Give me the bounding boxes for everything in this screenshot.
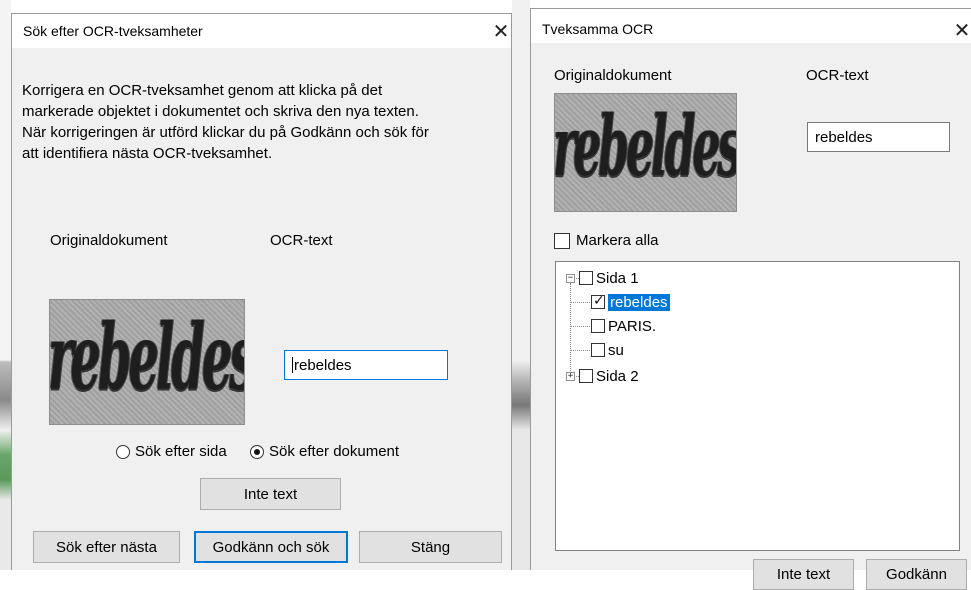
select-all-checkbox[interactable]: Markera alla [554,232,659,249]
checkbox[interactable] [579,271,593,285]
checkmark-icon: ✓ [593,293,605,309]
radio-button[interactable] [116,444,130,459]
radio-search-page-label: Sök efter sida [135,443,227,460]
ocr-text-label: OCR-text [270,232,333,249]
original-document-label: Originaldokument [554,67,672,84]
uncertain-ocr-dialog: Tveksamma OCR ✕ Originaldokument OCR-tex… [530,8,971,590]
instructions-line: att identifiera nästa OCR-tveksamhet. [22,145,273,162]
original-document-image: rebeldes [49,299,245,425]
ocr-text-value: rebeldes [294,356,352,374]
select-all-label: Markera alla [576,232,659,249]
original-document-image: rebeldes [554,93,737,212]
image-word: rebeldes [49,304,245,412]
ocr-text-value: rebeldes [815,128,873,146]
tree-node-page-1[interactable]: − Sida 1 [566,268,639,288]
tree-node-label: Sida 1 [596,269,639,287]
approve-button[interactable]: Godkänn [866,559,967,590]
tree-node-page-2[interactable]: + Sida 2 [566,366,639,386]
checkbox[interactable]: ✓ [591,293,605,309]
title-bar: Sök efter OCR-tveksamheter ✕ [12,14,511,48]
tree-node-label: Sida 2 [596,367,639,385]
tree-node-item-rebeldes[interactable]: ✓ rebeldes [591,292,670,312]
tree-node-label: su [608,341,624,359]
expand-icon[interactable]: + [566,371,575,381]
instructions-line: Korrigera en OCR-tveksamhet genom att kl… [22,82,383,99]
close-icon[interactable]: ✕ [949,17,971,43]
checkbox[interactable] [579,369,593,383]
checkbox[interactable] [554,232,570,249]
radio-search-document[interactable]: Sök efter dokument [250,443,399,460]
search-next-button[interactable]: Sök efter nästa [33,531,180,563]
dialog-title: Tveksamma OCR [542,21,654,37]
not-text-button[interactable]: Inte text [200,478,341,510]
close-icon[interactable]: ✕ [488,18,514,44]
ocr-tree-view[interactable]: − Sida 1 ✓ rebeldes PARIS. su + Sida 2 [555,261,960,551]
tree-node-label: PARIS. [608,317,657,335]
ocr-text-input[interactable]: rebeldes [807,122,950,152]
original-document-label: Originaldokument [50,232,168,249]
not-text-button[interactable]: Inte text [753,559,854,590]
ocr-search-dialog: Sök efter OCR-tveksamheter ✕ Korrigera e… [11,13,512,570]
ocr-text-label: OCR-text [806,67,869,84]
instructions-line: markerade objektet i dokumentet och skri… [22,103,419,120]
dialog-title: Sök efter OCR-tveksamheter [23,23,203,39]
radio-search-document-label: Sök efter dokument [269,443,400,460]
ocr-text-input[interactable]: rebeldes [284,350,448,380]
instructions-line: När korrigeringen är utförd klickar du p… [22,124,429,141]
tree-node-item-paris[interactable]: PARIS. [591,316,656,336]
collapse-icon[interactable]: − [566,273,575,283]
tree-node-item-su[interactable]: su [591,340,624,360]
radio-search-page[interactable]: Sök efter sida [116,443,227,460]
tree-node-label: rebeldes [608,293,670,311]
background-app-strip [0,0,11,570]
radio-button[interactable] [250,444,264,459]
approve-and-search-button[interactable]: Godkänn och sök [194,531,348,563]
title-bar: Tveksamma OCR ✕ [531,9,971,43]
close-button[interactable]: Stäng [359,531,502,563]
image-word: rebeldes [554,99,737,196]
checkbox[interactable] [591,319,605,333]
checkbox[interactable] [591,343,605,357]
background-app-strip-middle [512,0,530,570]
instructions-text: Korrigera en OCR-tveksamhet genom att kl… [22,80,502,164]
